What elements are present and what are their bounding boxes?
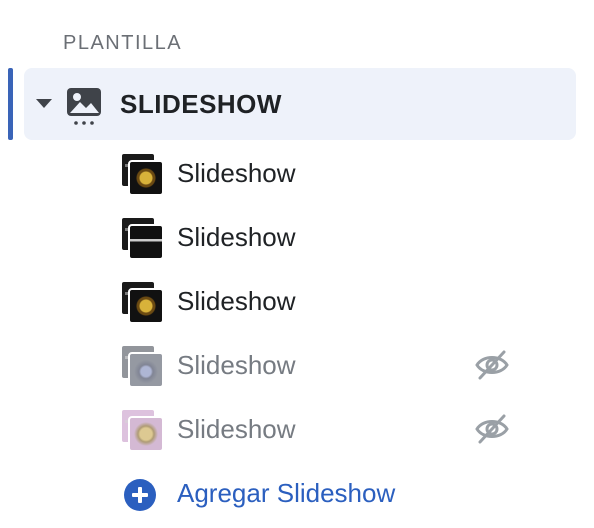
- chevron-down-icon[interactable]: [36, 99, 52, 108]
- image-icon: [67, 88, 101, 125]
- block-item[interactable]: Slideshow: [0, 205, 594, 269]
- plus-circle-icon: [124, 479, 156, 511]
- section-title: SLIDESHOW: [120, 89, 282, 119]
- block-label: Slideshow: [177, 350, 296, 380]
- block-thumbnail: [120, 152, 164, 196]
- block-label: Slideshow: [177, 158, 296, 188]
- add-block-label: Agregar Slideshow: [177, 478, 396, 508]
- section-header-label: PLANTILLA: [63, 32, 183, 54]
- block-thumbnail: [120, 216, 164, 260]
- selection-accent-bar: [8, 68, 13, 140]
- eye-slash-icon[interactable]: [474, 349, 510, 381]
- add-block-button[interactable]: Agregar Slideshow: [0, 468, 594, 518]
- block-thumbnail: [120, 344, 164, 388]
- block-label: Slideshow: [177, 222, 296, 252]
- section-row-slideshow[interactable]: [24, 68, 576, 140]
- block-thumbnail: [120, 280, 164, 324]
- block-item[interactable]: Slideshow: [0, 333, 594, 397]
- block-thumbnail: [120, 408, 164, 452]
- block-item[interactable]: Slideshow: [0, 141, 594, 205]
- eye-slash-icon[interactable]: [474, 413, 510, 445]
- block-item[interactable]: Slideshow: [0, 269, 594, 333]
- block-label: Slideshow: [177, 286, 296, 316]
- block-item[interactable]: Slideshow: [0, 397, 594, 461]
- block-label: Slideshow: [177, 414, 296, 444]
